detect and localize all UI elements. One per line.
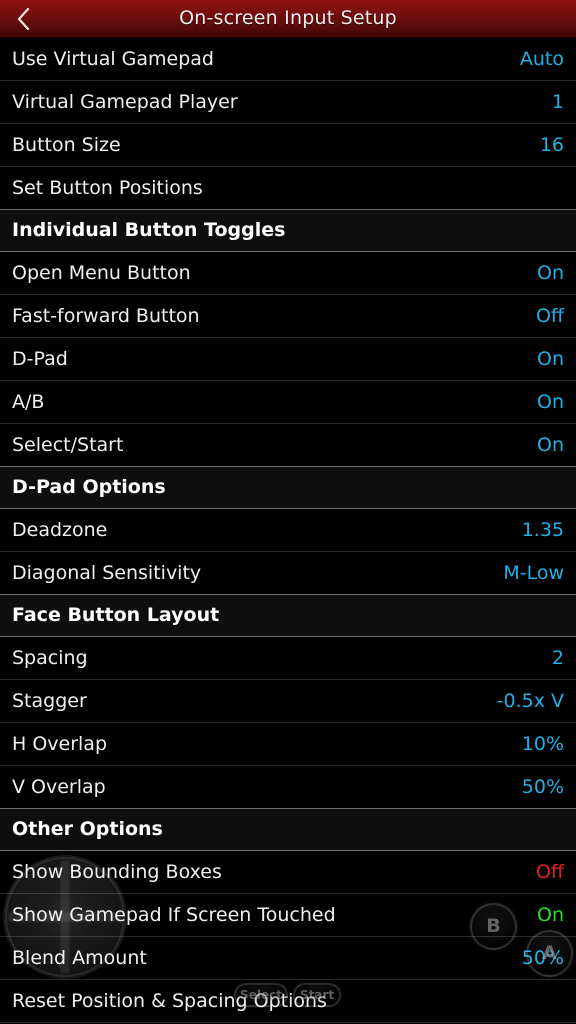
setting-row-label: Spacing [12, 649, 88, 668]
setting-row[interactable]: Show Gamepad If Screen Touched On [0, 894, 576, 937]
section-header-label: Individual Button Toggles [12, 221, 285, 240]
setting-row-value: 50% [522, 778, 564, 797]
setting-row-value: On [537, 393, 564, 412]
setting-row-value: Off [536, 863, 564, 882]
setting-row-value: 16 [540, 136, 564, 155]
setting-row[interactable]: Open Menu Button On [0, 252, 576, 295]
setting-row-value: On [537, 264, 564, 283]
setting-row-label: Virtual Gamepad Player [12, 93, 238, 112]
setting-row-value: -0.5x V [497, 692, 564, 711]
setting-row[interactable]: Stagger -0.5x V [0, 680, 576, 723]
setting-row-label: Show Bounding Boxes [12, 863, 222, 882]
setting-row-value: 2 [552, 649, 564, 668]
setting-row-label: Stagger [12, 692, 87, 711]
setting-row-value: On [537, 436, 564, 455]
setting-row-value: 1 [552, 93, 564, 112]
setting-row-label: Open Menu Button [12, 264, 191, 283]
setting-row-value: Off [536, 307, 564, 326]
setting-row[interactable]: Virtual Gamepad Player 1 [0, 81, 576, 124]
section-header: Face Button Layout [0, 594, 576, 637]
setting-row-label: Button Size [12, 136, 121, 155]
setting-row-value: Auto [520, 50, 564, 69]
setting-row-label: Set Button Positions [12, 179, 203, 198]
setting-row-value: On [537, 906, 564, 925]
setting-row[interactable]: A/B On [0, 381, 576, 424]
title-bar: On-screen Input Setup [0, 0, 576, 38]
setting-row-label: D-Pad [12, 350, 68, 369]
setting-row-label: Diagonal Sensitivity [12, 564, 201, 583]
setting-row-value: On [537, 350, 564, 369]
setting-row-value: 10% [522, 735, 564, 754]
section-header-label: Other Options [12, 820, 163, 839]
setting-row[interactable]: Set Button Positions [0, 167, 576, 210]
setting-row[interactable]: Reset Position & Spacing Options [0, 980, 576, 1023]
page-title: On-screen Input Setup [179, 9, 397, 28]
setting-row-value: 50% [522, 949, 564, 968]
section-header-label: Face Button Layout [12, 606, 219, 625]
setting-row-label: Blend Amount [12, 949, 147, 968]
setting-row-label: Select/Start [12, 436, 123, 455]
setting-row[interactable]: V Overlap 50% [0, 766, 576, 809]
setting-row[interactable]: Use Virtual Gamepad Auto [0, 38, 576, 81]
setting-row-label: Deadzone [12, 521, 107, 540]
section-header: D-Pad Options [0, 466, 576, 509]
setting-row-label: V Overlap [12, 778, 106, 797]
setting-row[interactable]: Select/Start On [0, 424, 576, 467]
setting-row[interactable]: Fast-forward Button Off [0, 295, 576, 338]
setting-row[interactable]: Deadzone 1.35 [0, 509, 576, 552]
setting-row-value: 1.35 [522, 521, 564, 540]
setting-row[interactable]: Button Size 16 [0, 124, 576, 167]
back-button[interactable] [0, 0, 46, 38]
section-header: Individual Button Toggles [0, 209, 576, 252]
setting-row[interactable]: H Overlap 10% [0, 723, 576, 766]
section-header: Other Options [0, 808, 576, 851]
setting-row[interactable]: Show Bounding Boxes Off [0, 851, 576, 894]
setting-row[interactable]: Spacing 2 [0, 637, 576, 680]
setting-row[interactable]: Diagonal Sensitivity M-Low [0, 552, 576, 595]
on-screen-input-setup-screen: On-screen Input Setup Use Virtual Gamepa… [0, 0, 576, 1024]
chevron-left-icon [17, 8, 30, 30]
setting-row-label: Reset Position & Spacing Options [12, 992, 327, 1011]
setting-row-label: Use Virtual Gamepad [12, 50, 214, 69]
section-header-label: D-Pad Options [12, 478, 166, 497]
setting-row-value: M-Low [503, 564, 564, 583]
setting-row-label: A/B [12, 393, 44, 412]
setting-row-label: Show Gamepad If Screen Touched [12, 906, 336, 925]
setting-row-label: Fast-forward Button [12, 307, 200, 326]
setting-row[interactable]: D-Pad On [0, 338, 576, 381]
settings-list: Use Virtual Gamepad Auto Virtual Gamepad P… [0, 38, 576, 1023]
setting-row-label: H Overlap [12, 735, 107, 754]
setting-row[interactable]: Blend Amount 50% [0, 937, 576, 980]
